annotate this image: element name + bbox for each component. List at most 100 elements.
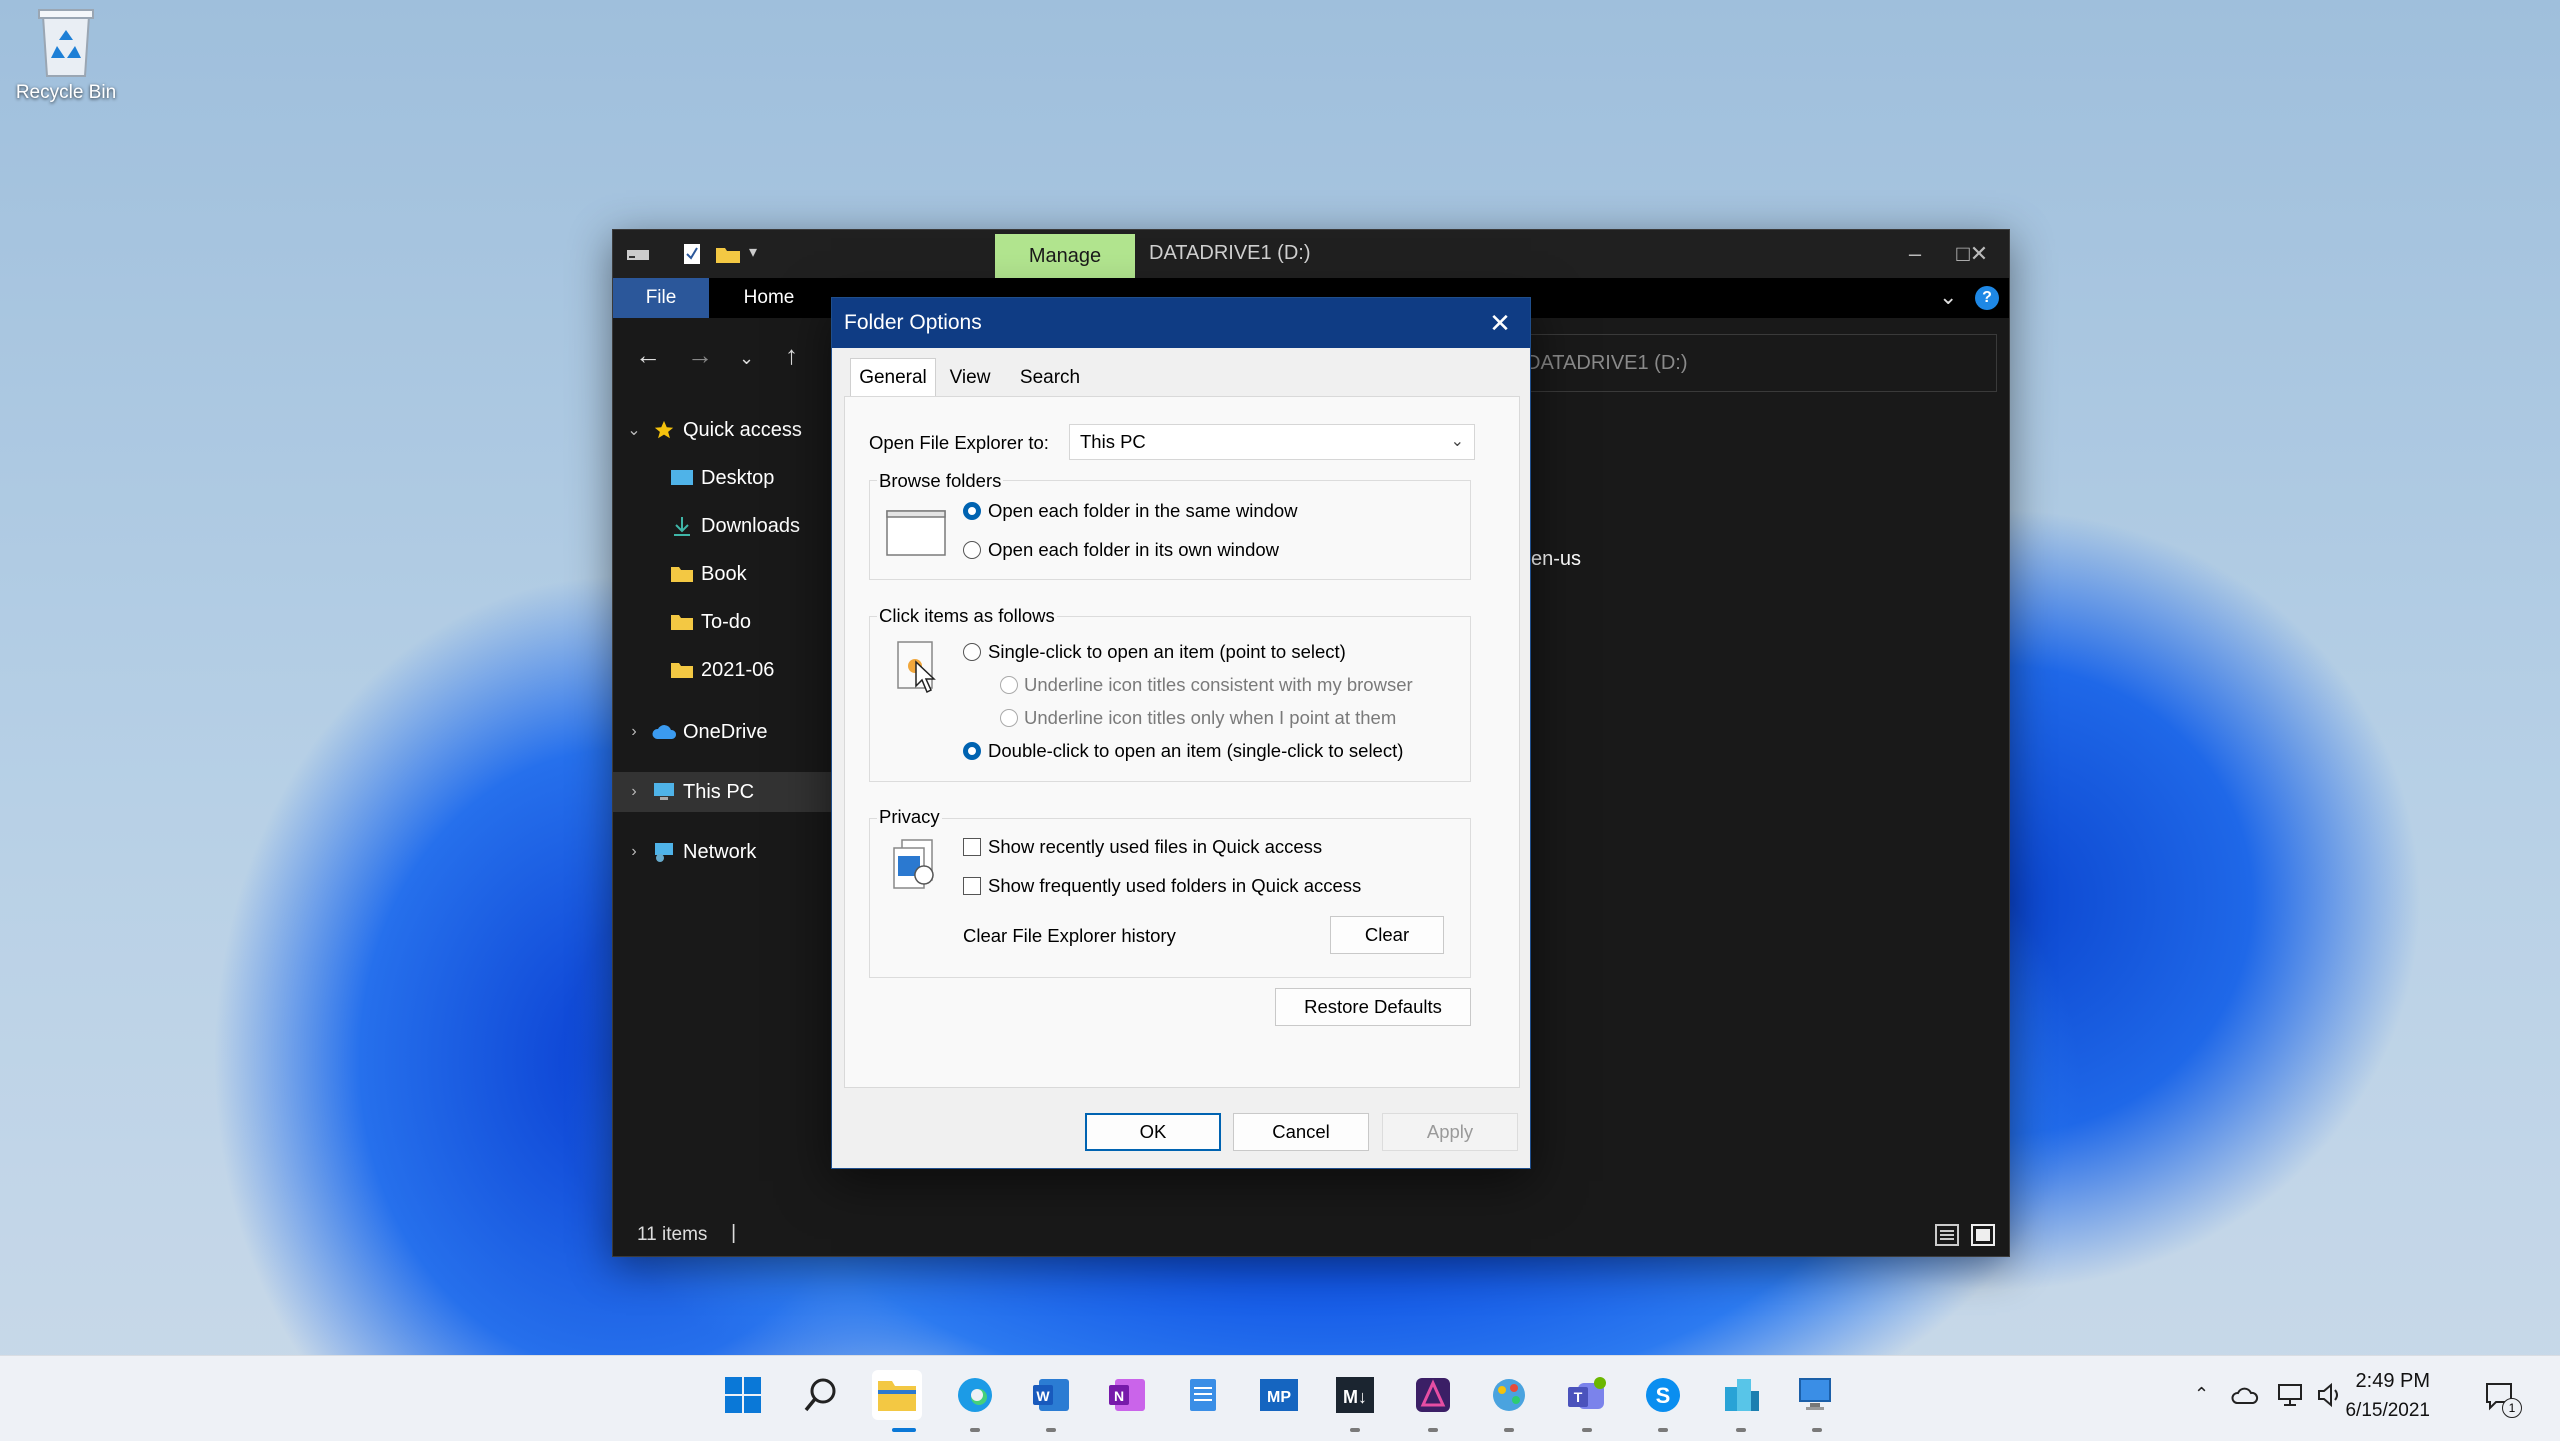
own-window-label[interactable]: Open each folder in its own window <box>988 539 1279 561</box>
taskbar: W N MP M↓ T S ⌃ 2:49 PM 6/15/2021 1 <box>0 1355 2560 1441</box>
recycle-bin-label: Recycle Bin <box>15 82 117 103</box>
paint-running-indicator <box>1504 1428 1514 1432</box>
tab-search[interactable]: Search <box>1008 360 1092 396</box>
collapsed-chevron-icon[interactable]: › <box>623 723 645 741</box>
help-icon[interactable]: ? <box>1975 286 1999 310</box>
search-icon[interactable] <box>796 1370 846 1420</box>
restore-defaults-button[interactable]: Restore Defaults <box>1275 988 1471 1026</box>
details-view-icon[interactable] <box>1935 1224 1959 1246</box>
large-icons-view-icon[interactable] <box>1971 1224 1995 1246</box>
desktop-folder-icon <box>669 467 695 489</box>
edge-running-indicator <box>970 1428 980 1432</box>
explorer-window-title: DATADRIVE1 (D:) <box>1149 242 1311 264</box>
show-hidden-icons-chevron-icon[interactable]: ⌃ <box>2194 1384 2209 1405</box>
ok-button[interactable]: OK <box>1085 1113 1221 1151</box>
markdown-editor-icon[interactable]: M↓ <box>1330 1370 1380 1420</box>
same-window-label[interactable]: Open each folder in the same window <box>988 500 1298 522</box>
new-folder-icon[interactable] <box>715 244 741 264</box>
svg-text:W: W <box>1036 1388 1050 1404</box>
svg-text:S: S <box>1656 1383 1671 1408</box>
dialog-titlebar: Folder Options ✕ <box>832 298 1530 348</box>
media-player-icon[interactable]: MP <box>1254 1370 1304 1420</box>
download-arrow-icon <box>669 515 695 537</box>
apply-button[interactable]: Apply <box>1382 1113 1518 1151</box>
dropdown-chevron-icon[interactable]: ⌄ <box>1451 431 1464 451</box>
single-click-label[interactable]: Single-click to open an item (point to s… <box>988 641 1346 663</box>
radio-double-click[interactable] <box>963 742 981 760</box>
up-arrow-icon[interactable]: ↑ <box>785 340 798 371</box>
item-count: 11 items <box>637 1224 708 1245</box>
recent-files-label[interactable]: Show recently used files in Quick access <box>988 836 1322 858</box>
underline-point-label[interactable]: Underline icon titles only when I point … <box>1024 707 1396 729</box>
word-running-indicator <box>1046 1428 1056 1432</box>
clear-history-button[interactable]: Clear <box>1330 916 1444 954</box>
explorer-titlebar: ▾ Manage DATADRIVE1 (D:) – □ ✕ <box>613 230 2009 278</box>
dialog-title: Folder Options <box>844 311 982 334</box>
underline-browser-label[interactable]: Underline icon titles consistent with my… <box>1024 674 1413 696</box>
checkbox-recent-files[interactable] <box>963 838 981 856</box>
collapsed-chevron-icon[interactable]: › <box>623 843 645 861</box>
recent-locations-chevron-icon[interactable]: ⌄ <box>739 348 754 369</box>
expanded-chevron-icon[interactable]: ⌄ <box>623 420 645 440</box>
recycle-bin-shortcut[interactable]: Recycle Bin <box>8 6 124 104</box>
radio-underline-browser[interactable] <box>1000 676 1018 694</box>
onedrive-tray-icon[interactable] <box>2230 1384 2260 1406</box>
word-icon[interactable]: W <box>1026 1370 1076 1420</box>
properties-icon[interactable] <box>681 242 703 266</box>
markdown-running-indicator <box>1350 1428 1360 1432</box>
cloud-icon <box>651 721 677 743</box>
radio-single-click[interactable] <box>963 643 981 661</box>
tab-general[interactable]: General <box>850 358 936 397</box>
svg-text:MP: MP <box>1267 1389 1291 1406</box>
remote-desktop-icon[interactable] <box>1792 1370 1842 1420</box>
file-explorer-running-indicator <box>892 1428 916 1432</box>
pointer-document-icon <box>897 641 936 694</box>
quick-access-toolbar-chevron-icon[interactable]: ▾ <box>749 242 757 262</box>
address-bar[interactable]: DATADRIVE1 (D:) <box>1513 334 1997 392</box>
collapsed-chevron-icon[interactable]: › <box>623 783 645 801</box>
clock-time[interactable]: 2:49 PM <box>2340 1370 2430 1393</box>
onenote-icon[interactable]: N <box>1102 1370 1152 1420</box>
ribbon-file-tab[interactable]: File <box>613 278 709 318</box>
cancel-button[interactable]: Cancel <box>1233 1113 1369 1151</box>
start-windows-icon[interactable] <box>718 1370 768 1420</box>
file-explorer-icon[interactable] <box>872 1370 922 1420</box>
notepad-icon[interactable] <box>1178 1370 1228 1420</box>
clock-date[interactable]: 6/15/2021 <box>2340 1400 2430 1422</box>
open-explorer-to-dropdown[interactable]: This PC ⌄ <box>1069 424 1475 460</box>
browse-folders-title: Browse folders <box>877 470 1004 492</box>
double-click-label[interactable]: Double-click to open an item (single-cli… <box>988 740 1403 762</box>
status-bar: 11 items | <box>613 1212 2009 1256</box>
close-icon[interactable]: ✕ <box>1959 236 1999 272</box>
clear-history-label: Clear File Explorer history <box>963 925 1176 946</box>
teams-icon[interactable]: T <box>1562 1370 1612 1420</box>
tab-view[interactable]: View <box>940 360 1000 396</box>
click-items-title: Click items as follows <box>877 605 1057 627</box>
frequent-folders-label[interactable]: Show frequently used folders in Quick ac… <box>988 875 1361 897</box>
browse-folders-group <box>869 480 1471 580</box>
recent-files-icon <box>893 839 934 889</box>
paint-icon[interactable] <box>1484 1370 1534 1420</box>
buildings-running-indicator <box>1736 1428 1746 1432</box>
dialog-close-icon[interactable]: ✕ <box>1478 304 1522 342</box>
manage-contextual-tab[interactable]: Manage <box>995 234 1135 278</box>
back-arrow-icon[interactable]: ← <box>635 340 661 371</box>
file-list-item-label[interactable]: en-us <box>1531 548 1581 571</box>
minimize-button[interactable]: – <box>1895 236 1935 272</box>
radio-underline-point[interactable] <box>1000 709 1018 727</box>
svg-text:N: N <box>1114 1388 1124 1404</box>
edge-icon[interactable] <box>950 1370 1000 1420</box>
privacy-title: Privacy <box>877 806 942 828</box>
buildings-app-icon[interactable] <box>1716 1370 1766 1420</box>
ribbon-home-tab[interactable]: Home <box>719 278 819 318</box>
radio-same-window[interactable] <box>963 502 981 520</box>
radio-own-window[interactable] <box>963 541 981 559</box>
forward-arrow-icon[interactable]: → <box>687 340 713 371</box>
network-tray-icon[interactable] <box>2276 1382 2304 1408</box>
expand-ribbon-chevron-icon[interactable]: ⌄ <box>1939 284 1957 310</box>
affinity-icon[interactable] <box>1408 1370 1458 1420</box>
affinity-running-indicator <box>1428 1428 1438 1432</box>
checkbox-frequent-folders[interactable] <box>963 877 981 895</box>
teams-running-indicator <box>1582 1428 1592 1432</box>
skype-icon[interactable]: S <box>1638 1370 1688 1420</box>
